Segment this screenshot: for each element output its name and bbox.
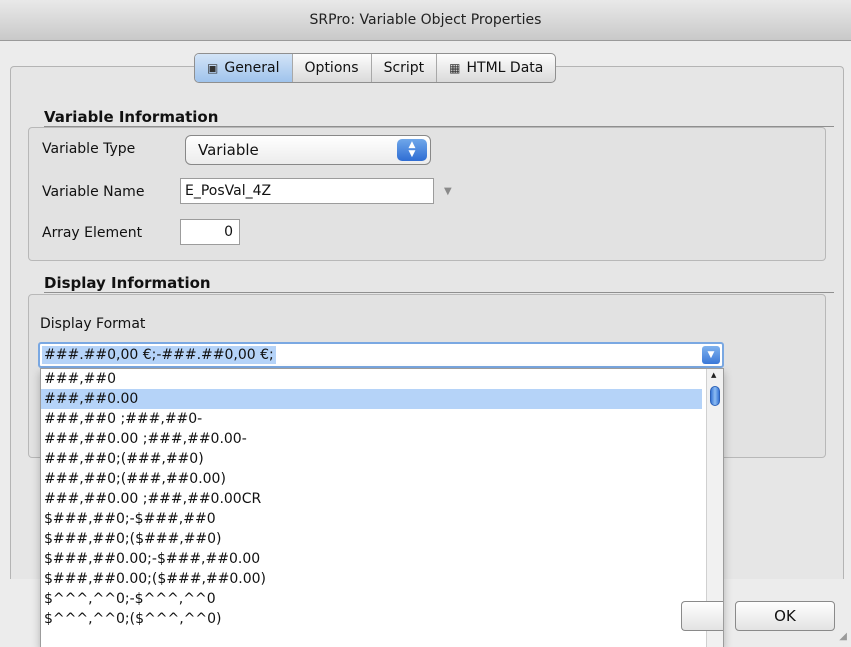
format-options-list: ###,##0 ###,##0.00 ###,##0 ;###,##0- ###,##…	[41, 369, 723, 629]
tab-options-label: Options	[304, 60, 359, 76]
variable-name-field[interactable]: E_PosVal_4Z	[180, 178, 434, 204]
format-option[interactable]: ###,##0;(###,##0)	[41, 449, 702, 469]
format-option[interactable]: $###,##0;-$###,##0	[41, 509, 702, 529]
display-format-value: ###.##0,00 €;-###.##0,00 €;	[42, 346, 276, 364]
title-bar: SRPro: Variable Object Properties	[0, 0, 851, 41]
format-option[interactable]: $###,##0.00;-$###,##0.00	[41, 549, 702, 569]
variable-info-title: Variable Information	[44, 108, 219, 126]
table-icon: ▦	[449, 61, 461, 75]
window-title: SRPro: Variable Object Properties	[309, 12, 542, 28]
updown-arrows-icon: ▲ ▼	[397, 139, 427, 161]
scroll-up-icon[interactable]: ▲	[711, 371, 716, 379]
format-option[interactable]: $^^^,^^0;($^^^,^^0)	[41, 609, 702, 629]
variable-type-label: Variable Type	[42, 141, 136, 157]
format-option[interactable]: ###,##0;(###,##0.00)	[41, 469, 702, 489]
tab-bar: ▣ General Options Script ▦ HTML Data	[194, 53, 557, 83]
display-format-dropdown[interactable]: ###,##0 ###,##0.00 ###,##0 ;###,##0- ###,##…	[40, 368, 724, 647]
variable-name-label: Variable Name	[42, 184, 145, 200]
tab-general[interactable]: ▣ General	[195, 54, 293, 82]
tab-html-data[interactable]: ▦ HTML Data	[437, 54, 555, 82]
format-option[interactable]: $###,##0;($###,##0)	[41, 529, 702, 549]
display-info-title: Display Information	[44, 274, 211, 292]
format-option[interactable]: ###,##0.00 ;###,##0.00CR	[41, 489, 702, 509]
format-option[interactable]: $^^^,^^0;-$^^^,^^0	[41, 589, 702, 609]
display-format-label: Display Format	[40, 316, 146, 332]
variable-type-value: Variable	[198, 141, 259, 159]
window-icon: ▣	[207, 61, 219, 75]
format-option[interactable]: ###,##0.00 ;###,##0.00-	[41, 429, 702, 449]
tab-script[interactable]: Script	[372, 54, 438, 82]
array-element-field[interactable]: 0	[180, 219, 240, 245]
cancel-button[interactable]	[681, 601, 723, 631]
tab-general-label: General	[224, 60, 280, 76]
chevron-down-icon[interactable]: ▼	[702, 346, 720, 364]
format-option[interactable]: ###,##0 ;###,##0-	[41, 409, 702, 429]
tab-html-data-label: HTML Data	[466, 60, 544, 76]
scroll-thumb[interactable]	[710, 386, 720, 406]
variable-type-select[interactable]: Variable ▲ ▼	[185, 135, 431, 165]
ok-button[interactable]: OK	[735, 601, 835, 631]
display-format-combobox[interactable]: ###.##0,00 €;-###.##0,00 €; ▼	[38, 342, 724, 368]
format-option[interactable]: ###,##0.00	[41, 389, 702, 409]
format-option[interactable]: $###,##0.00;($###,##0.00)	[41, 569, 702, 589]
tab-options[interactable]: Options	[293, 54, 372, 82]
tab-script-label: Script	[383, 60, 425, 76]
resize-grip-icon[interactable]: ◢	[839, 631, 847, 642]
display-info-divider	[44, 292, 834, 293]
chevron-down-icon[interactable]: ▼	[444, 186, 452, 197]
array-element-label: Array Element	[42, 225, 143, 241]
format-option[interactable]: ###,##0	[41, 369, 702, 389]
